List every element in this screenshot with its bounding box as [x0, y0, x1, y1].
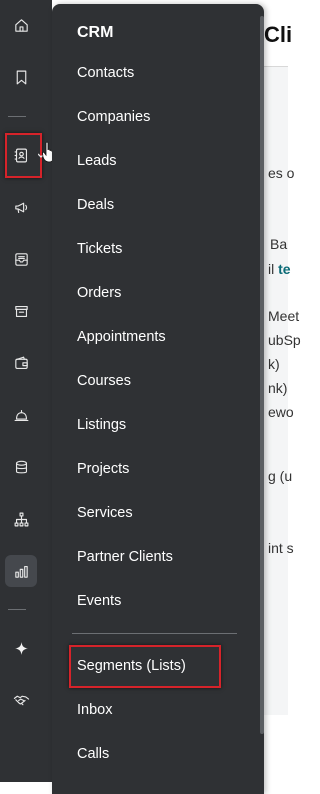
menu-item-partner-clients[interactable]: Partner Clients	[77, 549, 173, 565]
bg-text-1: es o	[268, 165, 295, 181]
menu-item-leads[interactable]: Leads	[77, 153, 117, 169]
bookmark-icon[interactable]	[5, 61, 37, 93]
menu-item-events[interactable]: Events	[77, 593, 121, 609]
bg-text-9: g (u	[268, 468, 293, 484]
menu-divider	[72, 633, 237, 634]
left-rail	[0, 0, 52, 782]
menu-item-orders[interactable]: Orders	[77, 285, 121, 301]
handshake-icon[interactable]	[5, 684, 37, 716]
highlight-crm-icon	[5, 133, 42, 178]
bar-chart-icon[interactable]	[5, 555, 37, 587]
page-title: Cli	[264, 22, 293, 47]
menu-item-contacts[interactable]: Contacts	[77, 65, 134, 81]
bg-text-10: int s	[268, 540, 294, 556]
menu-item-listings[interactable]: Listings	[77, 417, 126, 433]
rail-divider	[8, 609, 26, 610]
home-icon[interactable]	[5, 9, 37, 41]
bg-text-5: ubSp	[268, 332, 301, 348]
bg-text-8: ewo	[268, 404, 294, 420]
store-icon[interactable]	[5, 295, 37, 327]
megaphone-icon[interactable]	[5, 191, 37, 223]
menu-title: CRM	[77, 24, 114, 41]
page-footer	[262, 715, 288, 782]
menu-item-tickets[interactable]: Tickets	[77, 241, 122, 257]
inbox-icon[interactable]	[5, 243, 37, 275]
bell-service-icon[interactable]	[5, 399, 37, 431]
bg-text-2: •Ba	[258, 236, 288, 252]
menu-item-services[interactable]: Services	[77, 505, 133, 521]
highlight-segments-lists	[69, 645, 221, 688]
menu-item-companies[interactable]: Companies	[77, 109, 150, 125]
bg-text-6: k)	[268, 356, 280, 372]
menu-item-inbox[interactable]: Inbox	[77, 702, 112, 718]
menu-item-courses[interactable]: Courses	[77, 373, 131, 389]
wallet-icon[interactable]	[5, 347, 37, 379]
bg-text-4: Meet	[268, 308, 300, 324]
menu-scrollbar[interactable]	[260, 16, 264, 734]
sparkle-icon[interactable]	[5, 632, 37, 664]
menu-item-deals[interactable]: Deals	[77, 197, 114, 213]
menu-item-appointments[interactable]: Appointments	[77, 329, 166, 345]
page-header-line	[262, 66, 288, 67]
bg-text-7: nk)	[268, 380, 288, 396]
rail-divider	[8, 116, 26, 117]
database-icon[interactable]	[5, 451, 37, 483]
menu-item-calls[interactable]: Calls	[77, 746, 109, 762]
org-tree-icon[interactable]	[5, 503, 37, 535]
menu-item-projects[interactable]: Projects	[77, 461, 129, 477]
bg-text-3[interactable]: il te	[268, 261, 291, 277]
